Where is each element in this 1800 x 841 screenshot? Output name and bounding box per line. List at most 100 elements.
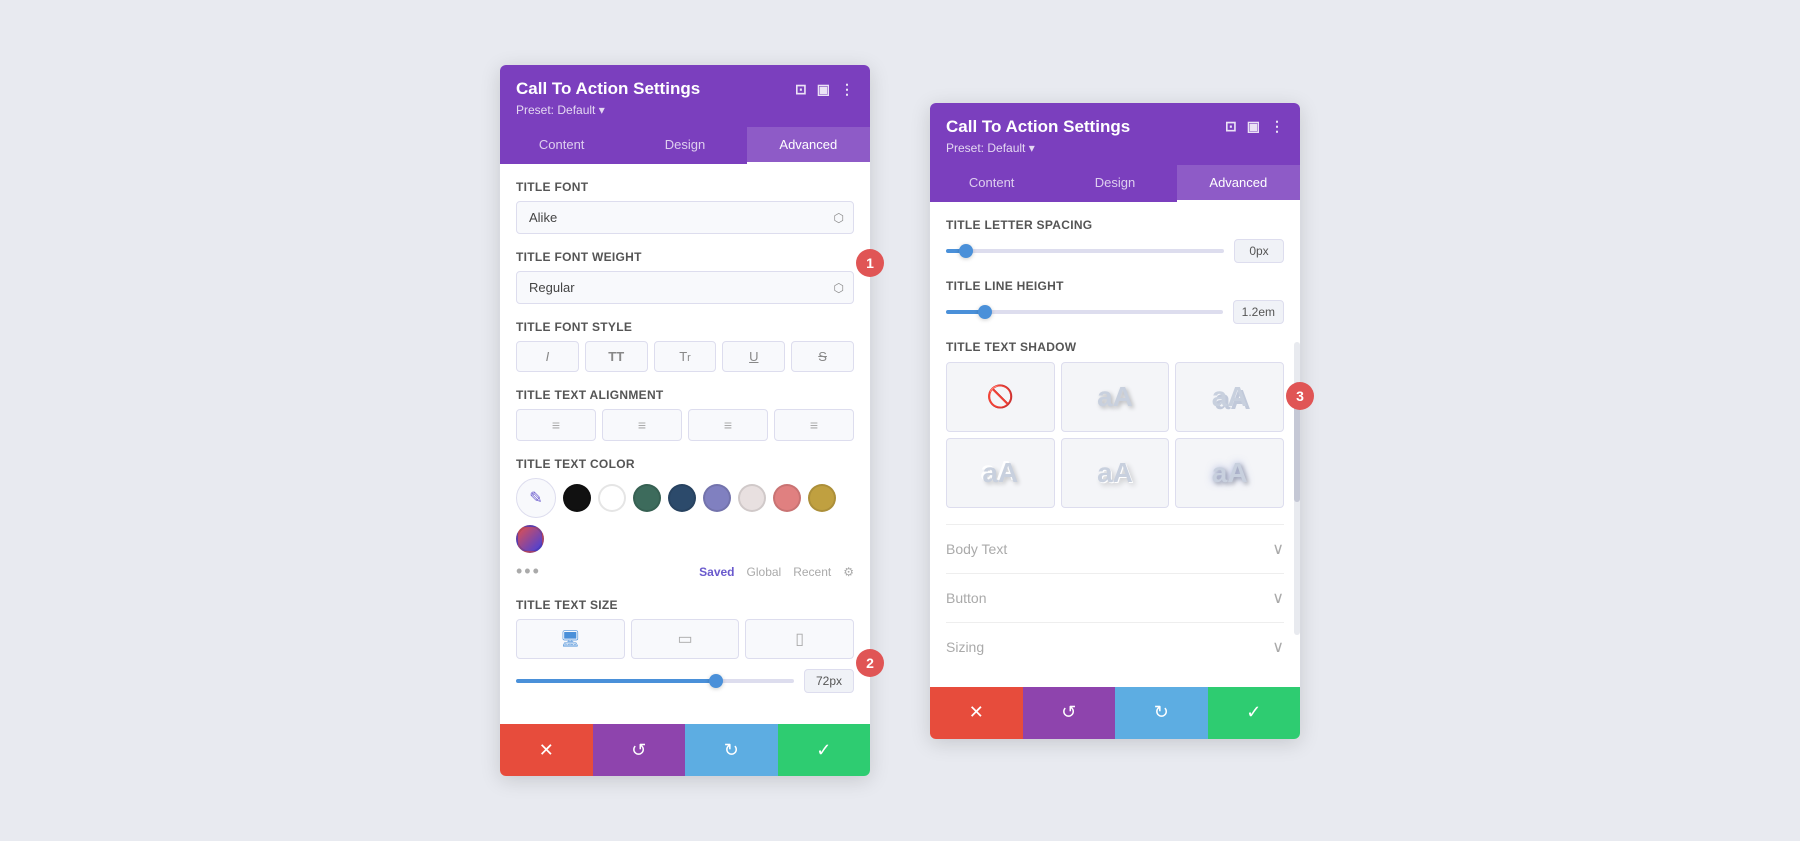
title-line-height-group: Title Line Height 1.2em: [946, 279, 1284, 324]
badge-2: 2: [856, 649, 884, 677]
title-font-weight-group: Title Font Weight Regular: [516, 250, 854, 304]
swatch-gold[interactable]: [808, 484, 836, 512]
swatch-gradient[interactable]: [516, 525, 544, 553]
right-panel-footer: ✕ ↺ ↻ ✓: [930, 687, 1300, 739]
tab-design-left[interactable]: Design: [623, 127, 746, 164]
button-section[interactable]: Button ∨: [946, 573, 1284, 622]
title-font-style-label: Title Font Style: [516, 320, 854, 334]
color-more-dots[interactable]: •••: [516, 561, 541, 582]
redo-button-right[interactable]: ↻: [1115, 687, 1208, 739]
body-text-section[interactable]: Body Text ∨: [946, 524, 1284, 573]
shadow-grid: 🚫 aA aA aA aA aA: [946, 362, 1284, 508]
line-height-value: 1.2em: [1233, 300, 1284, 324]
letter-spacing-slider[interactable]: [946, 249, 1224, 253]
right-settings-panel: Call To Action Settings ⊡ ▣ ⋮ Preset: De…: [930, 103, 1300, 739]
preset-arrow: ▾: [599, 103, 605, 117]
save-button-left[interactable]: ✓: [778, 724, 871, 776]
color-picker-button[interactable]: ✎: [516, 478, 556, 518]
swatch-lavender[interactable]: [703, 484, 731, 512]
tab-design-right[interactable]: Design: [1053, 165, 1176, 202]
tablet-btn[interactable]: ▭: [631, 619, 740, 659]
right-more-icon[interactable]: ⋮: [1270, 118, 1284, 135]
shadow-style-2-btn[interactable]: aA: [1175, 362, 1284, 432]
line-height-slider-wrap: 1.2em: [946, 300, 1284, 324]
swatch-navy[interactable]: [668, 484, 696, 512]
right-panel-title-row: Call To Action Settings ⊡ ▣ ⋮: [946, 117, 1284, 137]
button-chevron: ∨: [1272, 588, 1284, 608]
undo-button-left[interactable]: ↺: [593, 724, 686, 776]
right-panel-title: Call To Action Settings: [946, 117, 1225, 137]
align-center-btn[interactable]: ≡: [602, 409, 682, 441]
title-letter-spacing-group: Title Letter Spacing 0px: [946, 218, 1284, 263]
title-text-alignment-label: Title Text Alignment: [516, 388, 854, 402]
focus-icon[interactable]: ⊡: [795, 81, 807, 98]
color-swatches-row: ✎: [516, 478, 854, 553]
left-panel-tabs: Content Design Advanced: [500, 127, 870, 164]
tab-content-left[interactable]: Content: [500, 127, 623, 164]
title-text-shadow-group: Title Text Shadow 🚫 aA aA aA aA aA: [946, 340, 1284, 508]
shadow-style-3-btn[interactable]: aA: [946, 438, 1055, 508]
title-text-shadow-label: Title Text Shadow: [946, 340, 1284, 354]
mobile-btn[interactable]: ▯: [745, 619, 854, 659]
left-panel-preset[interactable]: Preset: Default ▾: [516, 103, 854, 117]
left-settings-panel: Call To Action Settings ⊡ ▣ ⋮ Preset: De…: [500, 65, 870, 776]
shadow-style-4-btn[interactable]: aA: [1061, 438, 1170, 508]
right-layout-icon[interactable]: ▣: [1247, 118, 1260, 135]
align-left-btn[interactable]: ≡: [516, 409, 596, 441]
right-panel-header: Call To Action Settings ⊡ ▣ ⋮ Preset: De…: [930, 103, 1300, 165]
right-preset-arrow: ▾: [1029, 141, 1035, 155]
swatch-black[interactable]: [563, 484, 591, 512]
sizing-section[interactable]: Sizing ∨: [946, 622, 1284, 671]
title-text-size-group: Title Text Size 🖥 ▭ ▯ 72px: [516, 598, 854, 693]
tab-advanced-right[interactable]: Advanced: [1177, 165, 1300, 202]
right-panel-tabs: Content Design Advanced: [930, 165, 1300, 202]
uppercase-btn[interactable]: TT: [585, 341, 648, 372]
shadow-style-5-btn[interactable]: aA: [1175, 438, 1284, 508]
global-tab[interactable]: Global: [747, 565, 782, 579]
swatch-salmon[interactable]: [773, 484, 801, 512]
tab-advanced-left[interactable]: Advanced: [747, 127, 870, 164]
body-text-chevron: ∨: [1272, 539, 1284, 559]
title-size-slider[interactable]: [516, 679, 794, 683]
title-text-alignment-group: Title Text Alignment ≡ ≡ ≡ ≡: [516, 388, 854, 441]
more-icon[interactable]: ⋮: [840, 81, 854, 98]
cancel-button-left[interactable]: ✕: [500, 724, 593, 776]
redo-button-left[interactable]: ↻: [685, 724, 778, 776]
left-panel-title-row: Call To Action Settings ⊡ ▣ ⋮: [516, 79, 854, 99]
save-button-right[interactable]: ✓: [1208, 687, 1301, 739]
left-panel-header: Call To Action Settings ⊡ ▣ ⋮ Preset: De…: [500, 65, 870, 127]
tab-content-right[interactable]: Content: [930, 165, 1053, 202]
letter-spacing-slider-wrap: 0px: [946, 239, 1284, 263]
color-settings-icon[interactable]: ⚙: [843, 565, 854, 579]
button-label: Button: [946, 590, 986, 606]
title-font-group: Title Font Alike: [516, 180, 854, 234]
shadow-none-btn[interactable]: 🚫: [946, 362, 1055, 432]
recent-tab[interactable]: Recent: [793, 565, 831, 579]
strikethrough-btn[interactable]: S: [791, 341, 854, 372]
italic-btn[interactable]: I: [516, 341, 579, 372]
shadow-style-1-btn[interactable]: aA: [1061, 362, 1170, 432]
badge-3: 3: [1286, 382, 1314, 410]
swatch-pink-light[interactable]: [738, 484, 766, 512]
undo-button-right[interactable]: ↺: [1023, 687, 1116, 739]
desktop-btn[interactable]: 🖥: [516, 619, 625, 659]
right-panel-wrapper: Call To Action Settings ⊡ ▣ ⋮ Preset: De…: [930, 103, 1300, 739]
title-font-select[interactable]: Alike: [516, 201, 854, 234]
align-right-btn[interactable]: ≡: [688, 409, 768, 441]
title-font-style-buttons: I TT Tr U S: [516, 341, 854, 372]
right-panel-preset[interactable]: Preset: Default ▾: [946, 141, 1284, 155]
underline-btn[interactable]: U: [722, 341, 785, 372]
title-text-color-group: Title Text Color ✎ ••• Saved: [516, 457, 854, 582]
capitalize-btn[interactable]: Tr: [654, 341, 717, 372]
size-device-buttons: 🖥 ▭ ▯: [516, 619, 854, 659]
align-justify-btn[interactable]: ≡: [774, 409, 854, 441]
swatch-white[interactable]: [598, 484, 626, 512]
cancel-button-right[interactable]: ✕: [930, 687, 1023, 739]
line-height-slider[interactable]: [946, 310, 1223, 314]
swatch-green[interactable]: [633, 484, 661, 512]
title-font-weight-label: Title Font Weight: [516, 250, 854, 264]
saved-tab[interactable]: Saved: [699, 565, 734, 579]
layout-icon[interactable]: ▣: [817, 81, 830, 98]
right-focus-icon[interactable]: ⊡: [1225, 118, 1237, 135]
title-font-weight-select[interactable]: Regular: [516, 271, 854, 304]
